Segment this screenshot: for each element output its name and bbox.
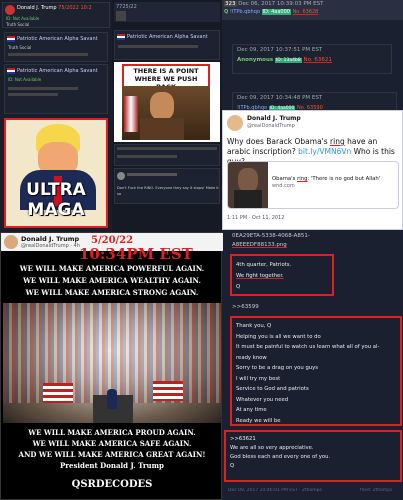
brand-watermark: QSRDECODES	[71, 479, 153, 490]
q-line1: 4th quarter, Patriots.	[236, 262, 292, 268]
hash-line2[interactable]: A8EEEDF88133.png	[232, 241, 310, 250]
meta-source: Truth Social	[6, 22, 30, 27]
thanks-line: I will try my best	[236, 375, 281, 382]
board-header: 323 Dec 06, 2017 10:39:03 PM EST Q !ITPb…	[222, 0, 403, 20]
reply-ref[interactable]: >>63599	[232, 304, 259, 310]
flag-icon	[7, 68, 15, 74]
avatar	[4, 235, 18, 249]
slogan-line: WE WILL MAKE AMERICA WEALTHY AGAIN.	[23, 276, 201, 285]
footer-left: Dec 09, 2017 10:46:01 PM EST · 2thomps	[228, 488, 322, 493]
q2-date: Dec 09, 2017 10:34:48 PM EST	[237, 95, 323, 101]
mid-post-2	[114, 144, 220, 166]
anon-name: Anonymous	[237, 57, 274, 63]
thanks-line: Helping you is all we want to do	[236, 333, 321, 340]
middle-column: 7725/22 Patriotic American Alpha Savant …	[112, 0, 222, 232]
avatar	[5, 5, 15, 15]
left-column: Donald J. Trump 75/2022 10:2 ID: Not Ava…	[0, 0, 112, 232]
post-number: 323	[224, 1, 237, 7]
link-thumbnail	[228, 162, 268, 208]
link-title: Obama's ring: 'There is no god but Allah…	[272, 176, 381, 182]
thanks-line: Service to God and patriots	[236, 386, 309, 392]
appreciate-ref[interactable]: >>63621	[230, 435, 396, 444]
link-card[interactable]: Obama's ring: 'There is no god but Allah…	[227, 161, 399, 209]
ultra-text: ULTRA	[26, 180, 86, 200]
thanks-line: Thank you, Q	[236, 323, 272, 329]
flag-icon	[153, 381, 183, 401]
post-name: Patriotic American Alpha Savant	[127, 34, 208, 40]
slogan-line: WE WILL MAKE AMERICA STRONG AGAIN.	[25, 288, 199, 297]
appreciate-line: We are all so very appreciative.	[230, 445, 314, 451]
mid-post-1: Patriotic American Alpha Savant	[114, 30, 220, 60]
post-time-stamp: 10:34PM EST	[79, 245, 193, 263]
mid-post-3: Don't Fuck the RINO. Everyone they say i…	[114, 168, 220, 204]
anon-date: Dec 09, 2017 10:37:51 PM EST	[237, 47, 323, 53]
reply-text: Don't Fuck the RINO. Everyone they say i…	[117, 186, 219, 196]
file-hash: 0EA29ETA-5338-4068-A851- A8EEEDF88133.pn…	[232, 232, 310, 250]
pushback-meme: THERE IS A POINT WHERE WE PUSH BACK	[114, 62, 220, 142]
post-no-link[interactable]: No. 63628	[293, 9, 319, 15]
thanks-line: Sorry to be a drag on you guys	[236, 365, 319, 371]
slogan-line: WE WILL MAKE AMERICA PROUD AGAIN.	[28, 428, 196, 437]
thanks-line: Ready we will be	[236, 417, 281, 424]
trump-tweet-image: Donald J. Trump @realDonaldTrump · 4h 5/…	[0, 232, 223, 500]
tweet-card-obama-ring: Donald J. Trump @realDonaldTrump Why doe…	[222, 110, 403, 230]
tweet-name: Donald J. Trump	[21, 235, 80, 243]
slogan-line: WE WILL MAKE AMERICA POWERFUL AGAIN.	[19, 264, 205, 273]
tweet-link[interactable]: bit.ly/VMN6Vn	[298, 147, 351, 156]
tripcode: !ITPb.qbhqo	[229, 9, 260, 15]
link-site: wnd.com	[272, 183, 295, 189]
post-meta	[117, 147, 217, 150]
signature-line: President Donald J. Trump	[60, 461, 164, 470]
tweet-handle: @realDonaldTrump	[247, 123, 295, 129]
footer-right: filed: 2thomps	[360, 488, 393, 493]
rally-crowd-photo	[3, 303, 221, 423]
mid-header: 7725/22	[114, 2, 220, 22]
post-name: Patriotic American Alpha Savant	[17, 68, 98, 74]
flag-icon	[43, 383, 73, 403]
thank-you-post: Thank you, Q Helping you is all we want …	[230, 316, 402, 426]
poster-name: Donald J. Trump	[17, 5, 57, 11]
top-slogans: WE WILL MAKE AMERICA POWERFUL AGAIN. WE …	[1, 263, 223, 299]
appreciate-post: >>63621 We are all so very appreciative.…	[224, 430, 402, 482]
post-id: ID: Not Available	[8, 77, 42, 82]
hash-line1: 0EA29ETA-5338-4068-A851-	[232, 233, 310, 239]
post-link[interactable]: 75/2022 10:2	[58, 5, 92, 11]
tweet-name: Donald J. Trump	[247, 115, 301, 122]
post-id: Truth Social	[8, 45, 32, 50]
post-2: Patriotic American Alpha Savant ID: Not …	[4, 64, 108, 114]
tweet-time: 1:11 PM · Oct 11, 2012	[227, 215, 285, 221]
anon-id: ID: 13a4b8	[274, 58, 302, 63]
post-date: Dec 06, 2017 10:39:03 PM EST	[238, 1, 324, 7]
flag-icon	[117, 34, 125, 40]
ultra-maga-image: ULTRA MAGA	[4, 118, 108, 228]
id-badge: ID: 4aa000	[261, 9, 291, 15]
q-patriots-post: 4th quarter, Patriots. We fight together…	[230, 254, 334, 296]
top-post: Donald J. Trump 75/2022 10:2 ID: Not Ava…	[2, 2, 110, 28]
slogan-line: WE WILL MAKE AMERICA SAFE AGAIN.	[32, 439, 192, 448]
avatar	[117, 172, 125, 180]
tweet-handle: @realDonaldTrump · 4h	[21, 243, 80, 249]
anon-no-link[interactable]: No. 63621	[303, 57, 331, 63]
anon-post: Dec 09, 2017 10:37:51 PM EST Anonymous I…	[232, 44, 392, 74]
speaker-figure	[107, 389, 117, 409]
app-icon	[116, 11, 126, 21]
avatar	[227, 115, 243, 131]
bottom-slogans: WE WILL MAKE AMERICA PROUD AGAIN. WE WIL…	[1, 427, 223, 471]
thanks-line: Whatever you need	[236, 396, 289, 403]
q-sign: Q	[236, 284, 241, 290]
mid-date: 7725/22	[116, 4, 137, 10]
thanks-line: At any time	[236, 407, 267, 413]
thanks-line: ready know	[236, 354, 267, 361]
thanks-line: It must be painful to watch us learn wha…	[236, 344, 380, 350]
right-lower-board: 0EA29ETA-5338-4068-A851- A8EEEDF88133.pn…	[222, 232, 403, 500]
q-line2: We fight together.	[236, 273, 284, 279]
post-1: Patriotic American Alpha Savant Truth So…	[4, 32, 108, 62]
poster-name: Q	[224, 9, 229, 15]
flag-icon	[7, 36, 15, 42]
appreciate-sign: Q	[230, 463, 235, 469]
slogan-line: AND WE WILL MAKE AMERICA GREAT AGAIN!	[18, 450, 206, 459]
post-name: Patriotic American Alpha Savant	[17, 36, 98, 42]
maga-text: MAGA	[27, 200, 85, 220]
appreciate-line: God bless each and every one of you.	[230, 454, 331, 460]
